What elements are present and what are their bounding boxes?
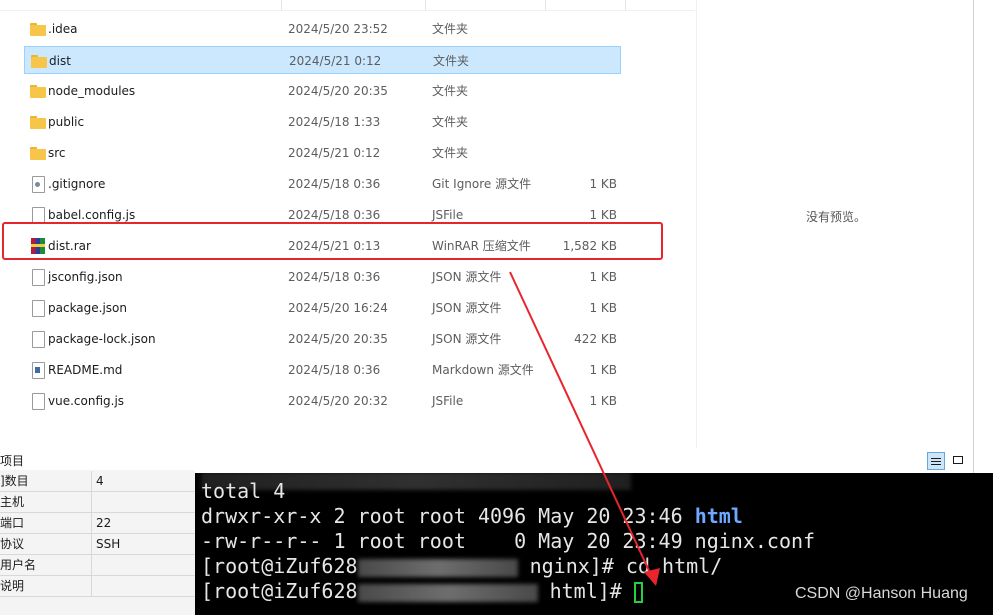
file-row[interactable]: src 2024/5/21 0:12 文件夹 (24, 139, 621, 167)
document-icon (30, 269, 46, 286)
property-key: ]数目 (0, 471, 92, 491)
file-name: package.json (48, 301, 128, 315)
folder-icon (31, 53, 47, 69)
file-type: Git Ignore 源文件 (432, 177, 532, 191)
property-row: 协议 SSH (0, 534, 195, 555)
file-name: README.md (48, 363, 123, 377)
details-view-button[interactable] (927, 452, 945, 470)
file-name: jsconfig.json (48, 270, 123, 284)
preview-view-button[interactable] (950, 452, 968, 470)
file-row[interactable]: jsconfig.json 2024/5/18 0:36 JSON 源文件 1 KB (24, 263, 621, 291)
file-row[interactable]: .gitignore 2024/5/18 0:36 Git Ignore 源文件 1 … (24, 170, 621, 198)
property-row: ]数目 4 (0, 471, 195, 492)
property-value: SSH (96, 537, 121, 551)
file-type: 文件夹 (432, 146, 469, 160)
file-explorer-window: .idea 2024/5/20 23:52 文件夹 dist 2024/5/21 0:1… (0, 0, 974, 473)
annotation-highlight-box (2, 222, 663, 260)
file-type: 文件夹 (432, 84, 469, 98)
file-type: JSON 源文件 (432, 301, 502, 315)
file-row[interactable]: node_modules 2024/5/20 20:35 文件夹 (24, 77, 621, 105)
file-date: 2024/5/21 0:12 (289, 54, 382, 68)
property-key: 说明 (0, 576, 92, 596)
file-name: .gitignore (48, 177, 106, 191)
folder-icon (30, 114, 46, 130)
file-date: 2024/5/18 0:36 (288, 270, 381, 284)
file-row[interactable]: .idea 2024/5/20 23:52 文件夹 (24, 15, 621, 43)
file-row[interactable]: dist 2024/5/21 0:12 文件夹 (24, 46, 621, 74)
document-icon (30, 331, 46, 348)
file-size: 1 KB (589, 270, 617, 284)
file-date: 2024/5/21 0:12 (288, 146, 381, 160)
property-key: 端口 (0, 513, 92, 533)
file-size: 1 KB (589, 394, 617, 408)
file-date: 2024/5/20 20:35 (288, 332, 388, 346)
file-name: .idea (48, 22, 78, 36)
session-properties-panel: 项目 ]数目 4 主机 端口 22 协议 SSH 用户名 说明 (0, 450, 195, 615)
file-size: 1 KB (589, 301, 617, 315)
file-date: 2024/5/20 20:32 (288, 394, 388, 408)
document-icon (30, 300, 46, 317)
file-row[interactable]: public 2024/5/18 1:33 文件夹 (24, 108, 621, 136)
terminal-prompt-line: [root@iZuf628 html]# (201, 579, 643, 604)
property-row: 用户名 (0, 555, 195, 576)
terminal-line: total 4 (201, 479, 286, 503)
file-row[interactable]: vue.config.js 2024/5/20 20:32 JSFile 1 KB (24, 387, 621, 415)
redacted-hostname (357, 583, 538, 602)
file-name: public (48, 115, 85, 129)
file-date: 2024/5/20 16:24 (288, 301, 388, 315)
terminal-prompt-line: [root@iZuf628 nginx]# cd html/ (201, 554, 723, 578)
file-type: JSON 源文件 (432, 332, 502, 346)
file-size: 422 KB (574, 332, 617, 346)
property-value: 22 (96, 516, 112, 530)
property-row: 主机 (0, 492, 195, 513)
file-row[interactable]: package.json 2024/5/20 16:24 JSON 源文件 1 KB (24, 294, 621, 322)
file-type: 文件夹 (432, 115, 469, 129)
file-type: 文件夹 (432, 22, 469, 36)
gear-document-icon (30, 176, 46, 193)
property-key: 协议 (0, 534, 92, 554)
file-date: 2024/5/18 0:36 (288, 177, 381, 191)
file-type: JSFile (432, 394, 464, 408)
markdown-document-icon (30, 362, 46, 379)
folder-icon (30, 145, 46, 161)
property-row: 说明 (0, 576, 195, 597)
file-name: package-lock.json (48, 332, 156, 346)
terminal-line: -rw-r--r-- 1 root root 0 May 20 23:49 ng… (201, 529, 816, 553)
file-row[interactable]: README.md 2024/5/18 0:36 Markdown 源文件 1 KB (24, 356, 621, 384)
property-key: 用户名 (0, 555, 92, 575)
property-row: 端口 22 (0, 513, 195, 534)
file-type: 文件夹 (433, 54, 470, 68)
file-date: 2024/5/20 20:35 (288, 84, 388, 98)
watermark: CSDN @Hanson Huang (795, 585, 968, 602)
file-date: 2024/5/20 23:52 (288, 22, 388, 36)
folder-icon (30, 21, 46, 37)
folder-icon (30, 83, 46, 99)
no-preview-text: 没有预览。 (806, 210, 867, 224)
file-size: 1 KB (589, 177, 617, 191)
file-date: 2024/5/18 0:36 (288, 363, 381, 377)
directory-name: html (694, 504, 743, 528)
redacted-hostname (357, 558, 518, 577)
document-icon (30, 393, 46, 410)
terminal-line: drwxr-xr-x 2 root root 4096 May 20 23:46… (201, 504, 743, 528)
terminal-cursor (633, 582, 643, 603)
file-date: 2024/5/18 1:33 (288, 115, 381, 129)
file-size: 1 KB (589, 363, 617, 377)
file-type: Markdown 源文件 (432, 363, 534, 377)
file-name: node_modules (48, 84, 136, 98)
file-name: dist (49, 54, 71, 68)
file-name: vue.config.js (48, 394, 125, 408)
property-key: 主机 (0, 492, 92, 512)
property-value: 4 (96, 474, 104, 488)
document-icon (30, 207, 46, 224)
file-type: JSON 源文件 (432, 270, 502, 284)
file-row[interactable]: package-lock.json 2024/5/20 20:35 JSON 源文件… (24, 325, 621, 353)
file-name: src (48, 146, 66, 160)
properties-title: 项目 (0, 450, 195, 470)
